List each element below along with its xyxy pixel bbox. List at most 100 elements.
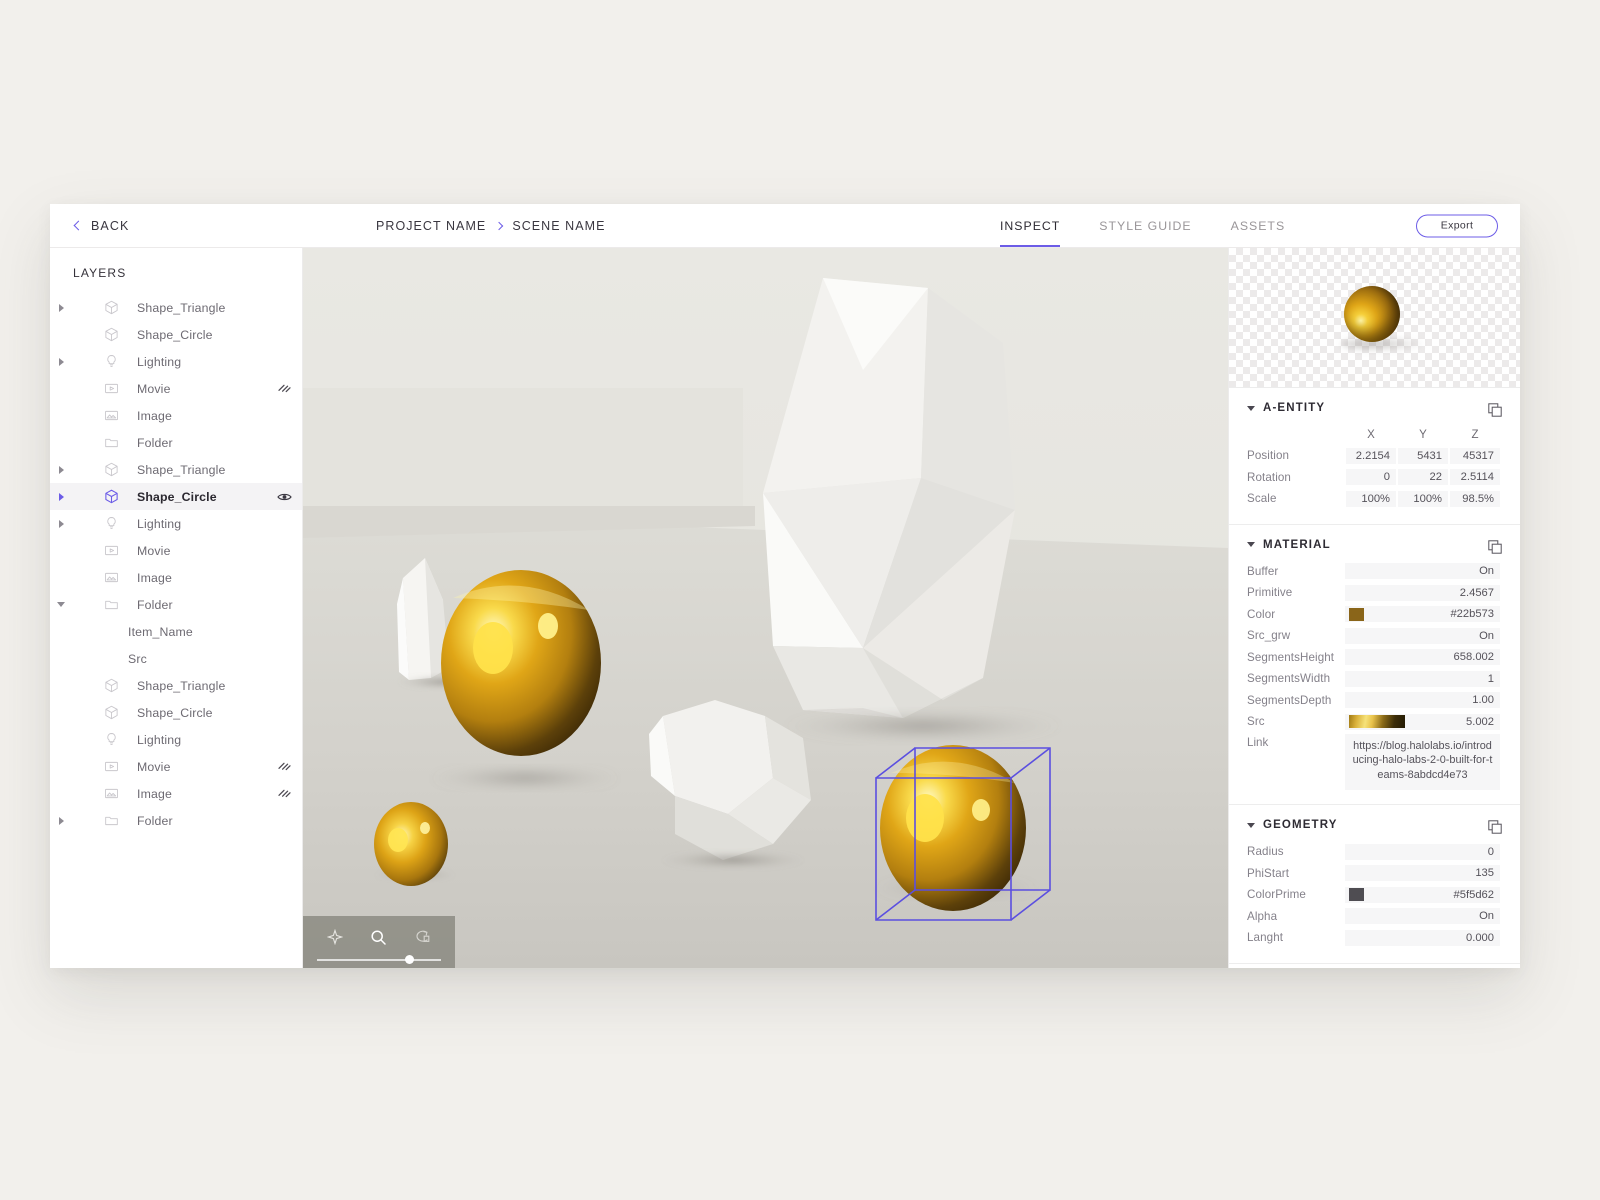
value-field-with-swatch[interactable]: 5.002 bbox=[1345, 713, 1500, 730]
copy-icon[interactable] bbox=[1488, 820, 1502, 839]
property-row: PhiStart 135 bbox=[1229, 863, 1520, 885]
disclosure-triangle-icon[interactable] bbox=[50, 465, 72, 474]
layer-row-4[interactable]: Image bbox=[50, 402, 302, 429]
property-fields: 1.00 bbox=[1345, 692, 1500, 709]
breadcrumb-scene[interactable]: SCENE NAME bbox=[512, 219, 605, 233]
value-field[interactable]: On bbox=[1345, 627, 1500, 644]
layer-row-10[interactable]: Image bbox=[50, 564, 302, 591]
chevron-down-icon[interactable] bbox=[1247, 822, 1255, 828]
value-field[interactable]: 2.2154 bbox=[1346, 447, 1396, 464]
link-value[interactable]: https://blog.halolabs.io/introducing-hal… bbox=[1345, 733, 1500, 790]
gradient-swatch[interactable] bbox=[1349, 715, 1405, 729]
breadcrumb-project[interactable]: PROJECT NAME bbox=[376, 219, 486, 233]
layer-row-19[interactable]: Folder bbox=[50, 807, 302, 834]
value-field[interactable]: 1.00 bbox=[1345, 692, 1500, 709]
layer-row-8[interactable]: Lighting bbox=[50, 510, 302, 537]
layer-row-18[interactable]: Image bbox=[50, 780, 302, 807]
property-label: SegmentsWidth bbox=[1247, 672, 1331, 686]
value-field[interactable]: 0 bbox=[1346, 469, 1396, 486]
orbit-icon[interactable] bbox=[414, 929, 431, 945]
back-button[interactable]: BACK bbox=[73, 218, 130, 233]
value-field[interactable]: 1 bbox=[1345, 670, 1500, 687]
value-field[interactable]: 2.5114 bbox=[1450, 469, 1500, 486]
chevron-down-icon[interactable] bbox=[1247, 405, 1255, 411]
inspector-panel: A-ENTITY X Y Z Position 2.2154 5431 45317 Rotati… bbox=[1228, 248, 1520, 968]
tab-inspect[interactable]: INSPECT bbox=[1000, 204, 1061, 247]
layer-row-6[interactable]: Shape_Triangle bbox=[50, 456, 302, 483]
hidden-icon[interactable] bbox=[266, 761, 302, 772]
property-fields: #5f5d62 bbox=[1345, 886, 1500, 903]
gold-sphere-small bbox=[374, 802, 448, 886]
property-fields: 5.002 bbox=[1345, 713, 1500, 730]
color-swatch[interactable] bbox=[1349, 888, 1364, 902]
layer-row-11[interactable]: Folder bbox=[50, 591, 302, 618]
disclosure-triangle-icon[interactable] bbox=[50, 519, 72, 528]
value-field[interactable]: 0 bbox=[1345, 843, 1500, 860]
value-field[interactable]: 2.4567 bbox=[1345, 584, 1500, 601]
layer-row-12[interactable]: Item_Name bbox=[50, 618, 302, 645]
section-header[interactable]: MATERIAL bbox=[1247, 539, 1502, 554]
disclosure-triangle-icon[interactable] bbox=[50, 816, 72, 825]
copy-icon[interactable] bbox=[1488, 539, 1502, 559]
value-field[interactable]: 658.002 bbox=[1345, 649, 1500, 666]
layer-row-13[interactable]: Src bbox=[50, 645, 302, 672]
eye-icon[interactable] bbox=[266, 492, 302, 502]
value-field[interactable]: On bbox=[1345, 908, 1500, 925]
color-swatch[interactable] bbox=[1349, 607, 1364, 621]
property-fields: #22b573 bbox=[1345, 606, 1500, 623]
value-field[interactable]: 0.000 bbox=[1345, 929, 1500, 946]
search-icon[interactable] bbox=[370, 929, 387, 946]
export-button[interactable]: Export bbox=[1416, 214, 1498, 237]
tab-assets[interactable]: ASSETS bbox=[1231, 204, 1286, 247]
layer-row-9[interactable]: Movie bbox=[50, 537, 302, 564]
image-icon bbox=[98, 570, 124, 585]
movie-icon bbox=[98, 759, 124, 774]
layer-row-15[interactable]: Shape_Circle bbox=[50, 699, 302, 726]
move-icon[interactable] bbox=[327, 929, 343, 945]
layer-row-14[interactable]: Shape_Triangle bbox=[50, 672, 302, 699]
hidden-icon[interactable] bbox=[266, 383, 302, 394]
value-field[interactable]: 5431 bbox=[1398, 447, 1448, 464]
inspector-section-material: MATERIAL Buffer On Primitive 2.4567 Color #22b… bbox=[1229, 525, 1520, 805]
movie-icon bbox=[98, 543, 124, 558]
copy-icon[interactable] bbox=[1488, 403, 1502, 422]
section-header[interactable]: GEOMETRY bbox=[1247, 819, 1502, 834]
viewport-3d[interactable] bbox=[303, 248, 1228, 968]
disclosure-triangle-icon[interactable] bbox=[50, 303, 72, 312]
value-field[interactable]: 98.5% bbox=[1450, 490, 1500, 507]
property-label: PhiStart bbox=[1247, 866, 1290, 880]
slider-track bbox=[317, 959, 441, 961]
value-field[interactable]: On bbox=[1345, 563, 1500, 580]
layer-row-2[interactable]: Lighting bbox=[50, 348, 302, 375]
value-field[interactable]: 100% bbox=[1346, 490, 1396, 507]
cube-icon bbox=[98, 300, 124, 315]
value-field[interactable]: 22 bbox=[1398, 469, 1448, 486]
layer-row-0[interactable]: Shape_Triangle bbox=[50, 294, 302, 321]
chevron-right-icon bbox=[495, 221, 504, 230]
layer-row-16[interactable]: Lighting bbox=[50, 726, 302, 753]
disclosure-triangle-icon[interactable] bbox=[50, 357, 72, 366]
disclosure-triangle-icon[interactable] bbox=[50, 602, 72, 607]
layer-row-5[interactable]: Folder bbox=[50, 429, 302, 456]
layer-row-17[interactable]: Movie bbox=[50, 753, 302, 780]
viewport-zoom-slider[interactable] bbox=[317, 954, 441, 966]
value-field[interactable]: 100% bbox=[1398, 490, 1448, 507]
layer-row-1[interactable]: Shape_Circle bbox=[50, 321, 302, 348]
value-field-with-swatch[interactable]: #22b573 bbox=[1345, 606, 1500, 623]
value-field[interactable]: 45317 bbox=[1450, 447, 1500, 464]
triangle-glyph bbox=[58, 492, 64, 501]
chevron-down-icon[interactable] bbox=[1247, 542, 1255, 547]
layer-label: Shape_Circle bbox=[137, 489, 217, 504]
property-label: SegmentsDepth bbox=[1247, 693, 1332, 707]
layer-label: Src bbox=[128, 651, 147, 666]
section-header[interactable]: A-ENTITY bbox=[1247, 402, 1502, 417]
value-field[interactable]: 135 bbox=[1345, 865, 1500, 882]
hidden-icon[interactable] bbox=[266, 788, 302, 799]
disclosure-triangle-icon[interactable] bbox=[50, 492, 72, 501]
tab-style-guide[interactable]: STYLE GUIDE bbox=[1099, 204, 1191, 247]
layer-row-3[interactable]: Movie bbox=[50, 375, 302, 402]
layer-row-7[interactable]: Shape_Circle bbox=[50, 483, 302, 510]
slider-knob[interactable] bbox=[405, 955, 414, 964]
back-label: BACK bbox=[91, 218, 130, 233]
value-field-with-swatch[interactable]: #5f5d62 bbox=[1345, 886, 1500, 903]
